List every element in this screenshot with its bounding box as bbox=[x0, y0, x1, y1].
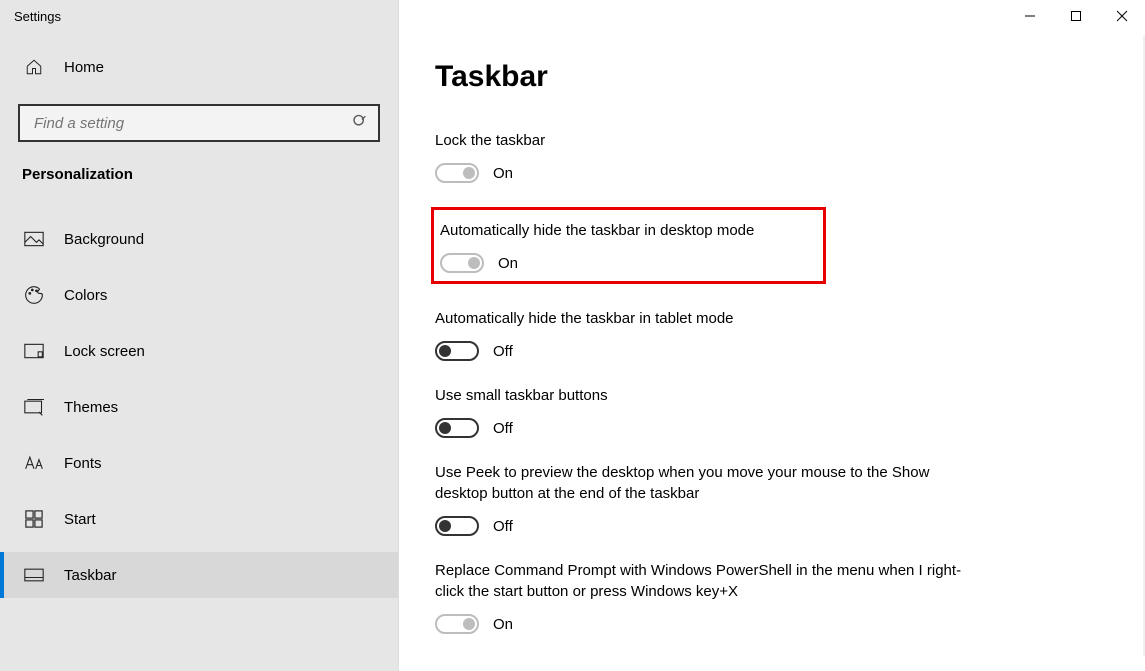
nav-list: Background Colors Lock screen Themes bbox=[0, 205, 398, 603]
sidebar-item-label: Background bbox=[64, 231, 144, 248]
main-panel: Taskbar Lock the taskbar On Automaticall… bbox=[399, 0, 1145, 671]
setting-label: Use Peek to preview the desktop when you… bbox=[435, 462, 975, 504]
toggle-state: Off bbox=[493, 518, 513, 535]
maximize-button[interactable] bbox=[1053, 0, 1099, 32]
toggle-lock-taskbar[interactable] bbox=[435, 163, 479, 183]
lock-screen-icon bbox=[24, 341, 44, 361]
sidebar-item-label: Start bbox=[64, 511, 96, 528]
search-icon bbox=[352, 114, 368, 133]
home-label: Home bbox=[64, 59, 104, 76]
minimize-button[interactable] bbox=[1007, 0, 1053, 32]
setting-lock-taskbar: Lock the taskbar On bbox=[435, 130, 975, 183]
setting-label: Use small taskbar buttons bbox=[435, 385, 975, 406]
toggle-auto-hide-desktop[interactable] bbox=[440, 253, 484, 273]
setting-powershell: Replace Command Prompt with Windows Powe… bbox=[435, 560, 975, 634]
palette-icon bbox=[24, 285, 44, 305]
toggle-state: Off bbox=[493, 343, 513, 360]
toggle-powershell[interactable] bbox=[435, 614, 479, 634]
sidebar-item-background[interactable]: Background bbox=[0, 216, 398, 262]
toggle-auto-hide-tablet[interactable] bbox=[435, 341, 479, 361]
sidebar-item-themes[interactable]: Themes bbox=[0, 384, 398, 430]
titlebar: Settings bbox=[0, 0, 1145, 32]
toggle-state: On bbox=[493, 165, 513, 182]
setting-peek-preview: Use Peek to preview the desktop when you… bbox=[435, 462, 975, 536]
themes-icon bbox=[24, 397, 44, 417]
sidebar-item-colors[interactable]: Colors bbox=[0, 272, 398, 318]
start-icon bbox=[24, 509, 44, 529]
setting-small-buttons: Use small taskbar buttons Off bbox=[435, 385, 975, 438]
toggle-state: On bbox=[498, 255, 518, 272]
sidebar-item-start[interactable]: Start bbox=[0, 496, 398, 542]
close-button[interactable] bbox=[1099, 0, 1145, 32]
window-controls bbox=[1007, 0, 1145, 32]
image-icon bbox=[24, 229, 44, 249]
sidebar-item-label: Themes bbox=[64, 399, 118, 416]
search-container bbox=[18, 104, 380, 142]
setting-label: Lock the taskbar bbox=[435, 130, 975, 151]
toggle-peek-preview[interactable] bbox=[435, 516, 479, 536]
sidebar-item-fonts[interactable]: Fonts bbox=[0, 440, 398, 486]
sidebar-item-label: Fonts bbox=[64, 455, 102, 472]
sidebar-item-label: Lock screen bbox=[64, 343, 145, 360]
toggle-state: Off bbox=[493, 420, 513, 437]
page-title: Taskbar bbox=[435, 60, 1105, 94]
setting-label: Automatically hide the taskbar in tablet… bbox=[435, 308, 975, 329]
toggle-small-buttons[interactable] bbox=[435, 418, 479, 438]
fonts-icon bbox=[24, 453, 44, 473]
setting-auto-hide-desktop: Automatically hide the taskbar in deskto… bbox=[431, 207, 826, 284]
home-icon bbox=[24, 58, 44, 76]
setting-label: Automatically hide the taskbar in deskto… bbox=[434, 220, 813, 241]
taskbar-icon bbox=[24, 565, 44, 585]
search-input[interactable] bbox=[18, 104, 380, 142]
window-title: Settings bbox=[0, 9, 61, 24]
category-heading: Personalization bbox=[0, 166, 398, 205]
sidebar-item-taskbar[interactable]: Taskbar bbox=[0, 552, 398, 598]
sidebar-item-label: Taskbar bbox=[64, 567, 117, 584]
toggle-state: On bbox=[493, 616, 513, 633]
sidebar-item-label: Colors bbox=[64, 287, 107, 304]
sidebar: Home Personalization Background Colors bbox=[0, 0, 399, 671]
sidebar-item-lock-screen[interactable]: Lock screen bbox=[0, 328, 398, 374]
setting-auto-hide-tablet: Automatically hide the taskbar in tablet… bbox=[435, 308, 975, 361]
setting-label: Replace Command Prompt with Windows Powe… bbox=[435, 560, 975, 602]
home-link[interactable]: Home bbox=[0, 48, 398, 86]
